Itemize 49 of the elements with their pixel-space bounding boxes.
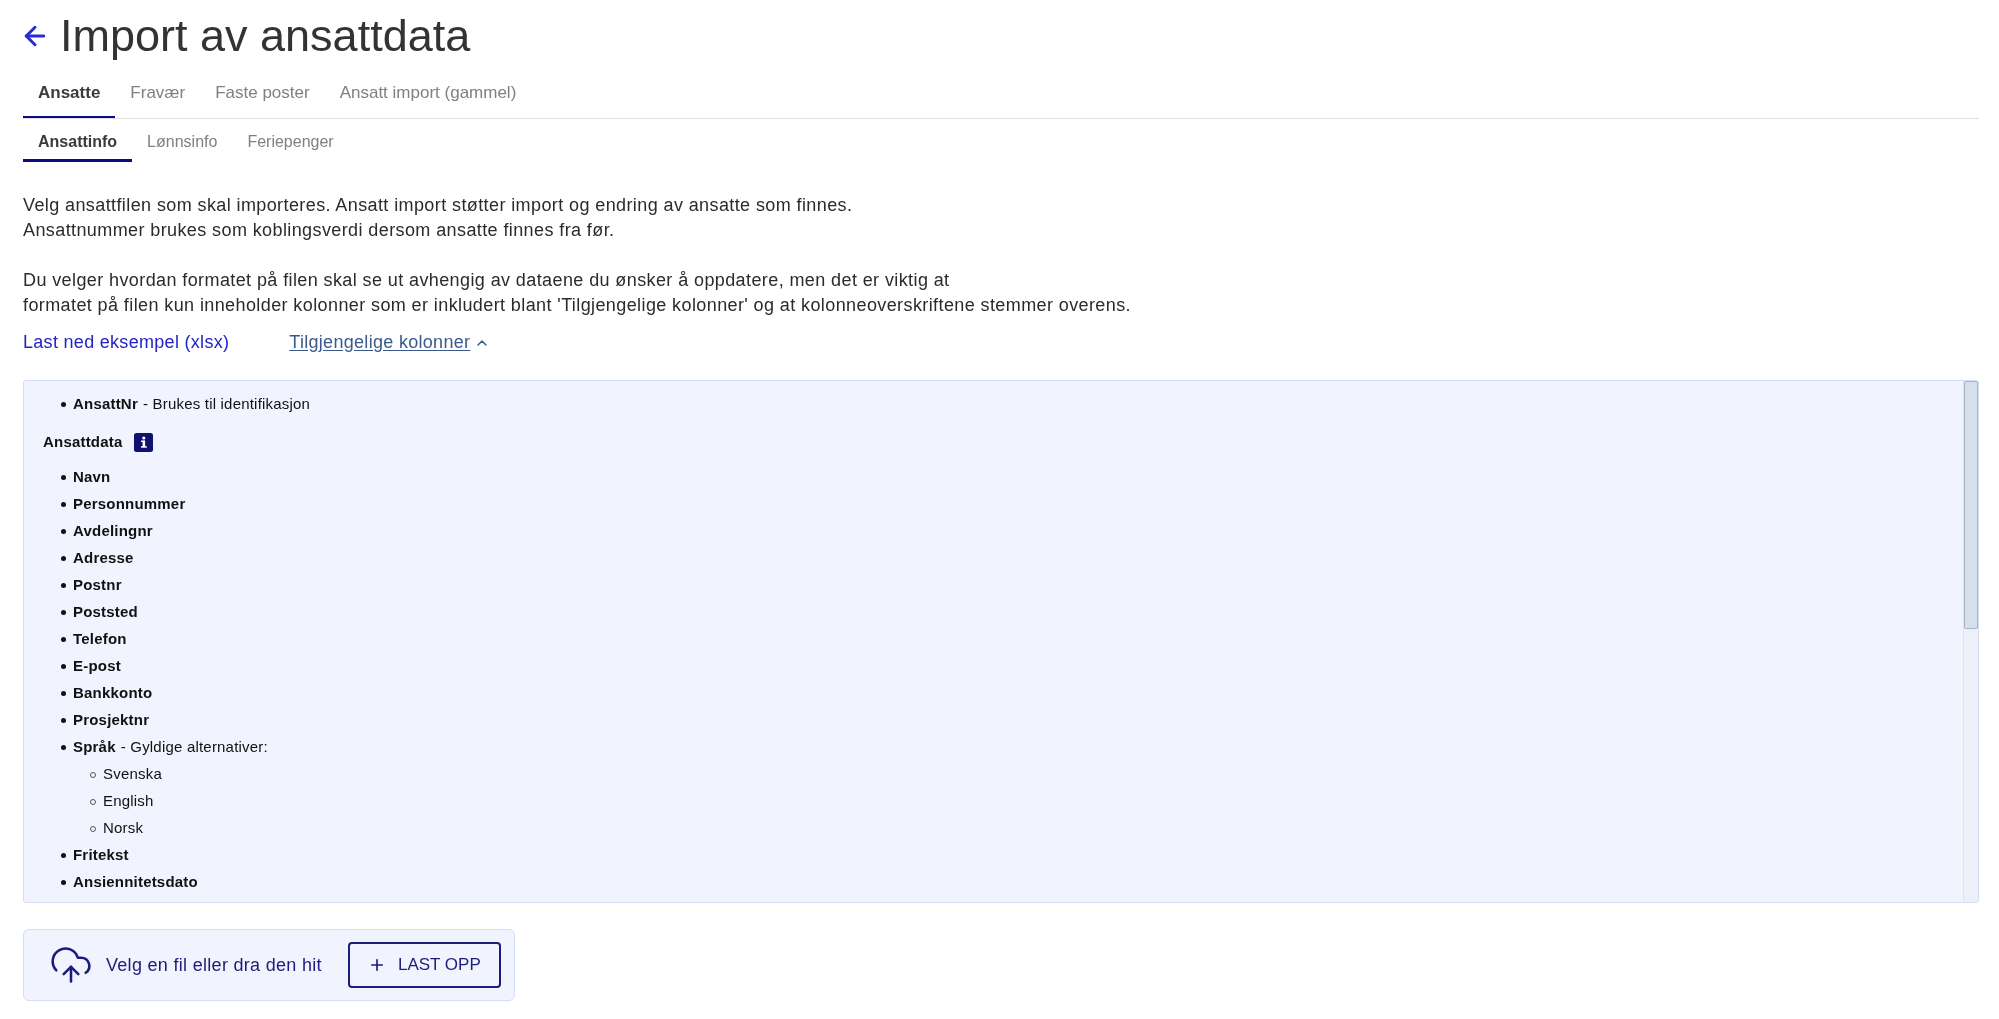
upload-button[interactable]: LAST OPP [347, 942, 501, 988]
scrollbar-thumb[interactable] [1964, 381, 1978, 629]
description-paragraph: Velg ansattfilen som skal importeres. Ansatt import støtter import og endring av ansatte som finnes. Ansattnummer brukes som koblingsverdi dersom ansatte finnes fra før. [23, 194, 854, 242]
download-example-link[interactable]: Last ned eksempel (xlsx) [23, 329, 230, 356]
bullet-icon [61, 691, 66, 696]
bullet-icon [61, 718, 66, 723]
column-name: Navn [73, 467, 111, 488]
tab[interactable]: Faste poster [200, 70, 325, 118]
bullet-icon [61, 529, 66, 534]
column-name: Ansiennitetsdato [73, 872, 198, 893]
column-description: Språk - Gyldige alternativer: [73, 737, 268, 758]
option-name: Norsk [103, 818, 144, 839]
bullet-icon [61, 745, 66, 750]
subtab[interactable]: Feriepenger [232, 119, 349, 162]
columns-toggle-link[interactable]: Tilgjengelige kolonner [289, 329, 491, 356]
description-paragraph: Du velger hvordan formatet på filen skal se ut avhengig av dataene du ønsker å oppdatere, men det er viktig at formatet på filen kun inneholder kolonner som er inkludert blant 'Tilgjengelige kolonner' og at kolonneoverskriftene stemmer overens. [23, 269, 1132, 317]
subtab[interactable]: Lønnsinfo [132, 119, 233, 162]
column-name: Prosjektnr [73, 710, 150, 731]
column-name: Adresse [73, 548, 134, 569]
column-name: Postnr [73, 575, 122, 596]
bullet-icon [61, 475, 66, 480]
section-title: Ansattdata [43, 432, 123, 453]
upload-dropzone[interactable]: Velg en fil eller dra den hit LAST OPP [23, 929, 515, 1001]
dropzone-text: Velg en fil eller dra den hit [106, 953, 322, 977]
column-name: E-post [73, 656, 121, 677]
column-description: AnsattNr - Brukes til identifikasjon [73, 394, 311, 415]
column-name: Bankkonto [73, 683, 153, 704]
option-name: English [103, 791, 154, 812]
bullet-icon [61, 853, 66, 858]
tab[interactable]: Ansatt import (gammel) [324, 70, 532, 118]
bullet-icon [61, 556, 66, 561]
bullet-icon [61, 583, 66, 588]
subtab[interactable]: Ansattinfo [23, 119, 133, 162]
option-name: Svenska [103, 764, 162, 785]
bullet-icon [61, 664, 66, 669]
bullet-icon [61, 402, 66, 407]
tab[interactable]: Fravær [115, 70, 201, 118]
bullet-icon [61, 610, 66, 615]
bullet-icon [61, 880, 66, 885]
bullet-icon [61, 637, 66, 642]
page-title: Import av ansattdata [60, 10, 471, 62]
column-name: Fritekst [73, 845, 129, 866]
column-name: Personnummer [73, 494, 186, 515]
info-icon[interactable] [133, 433, 153, 452]
tab[interactable]: Ansatte [23, 70, 116, 118]
column-name: Telefon [73, 629, 127, 650]
column-name: Poststed [73, 602, 138, 623]
bullet-icon [61, 502, 66, 507]
column-name: Avdelingnr [73, 521, 153, 542]
